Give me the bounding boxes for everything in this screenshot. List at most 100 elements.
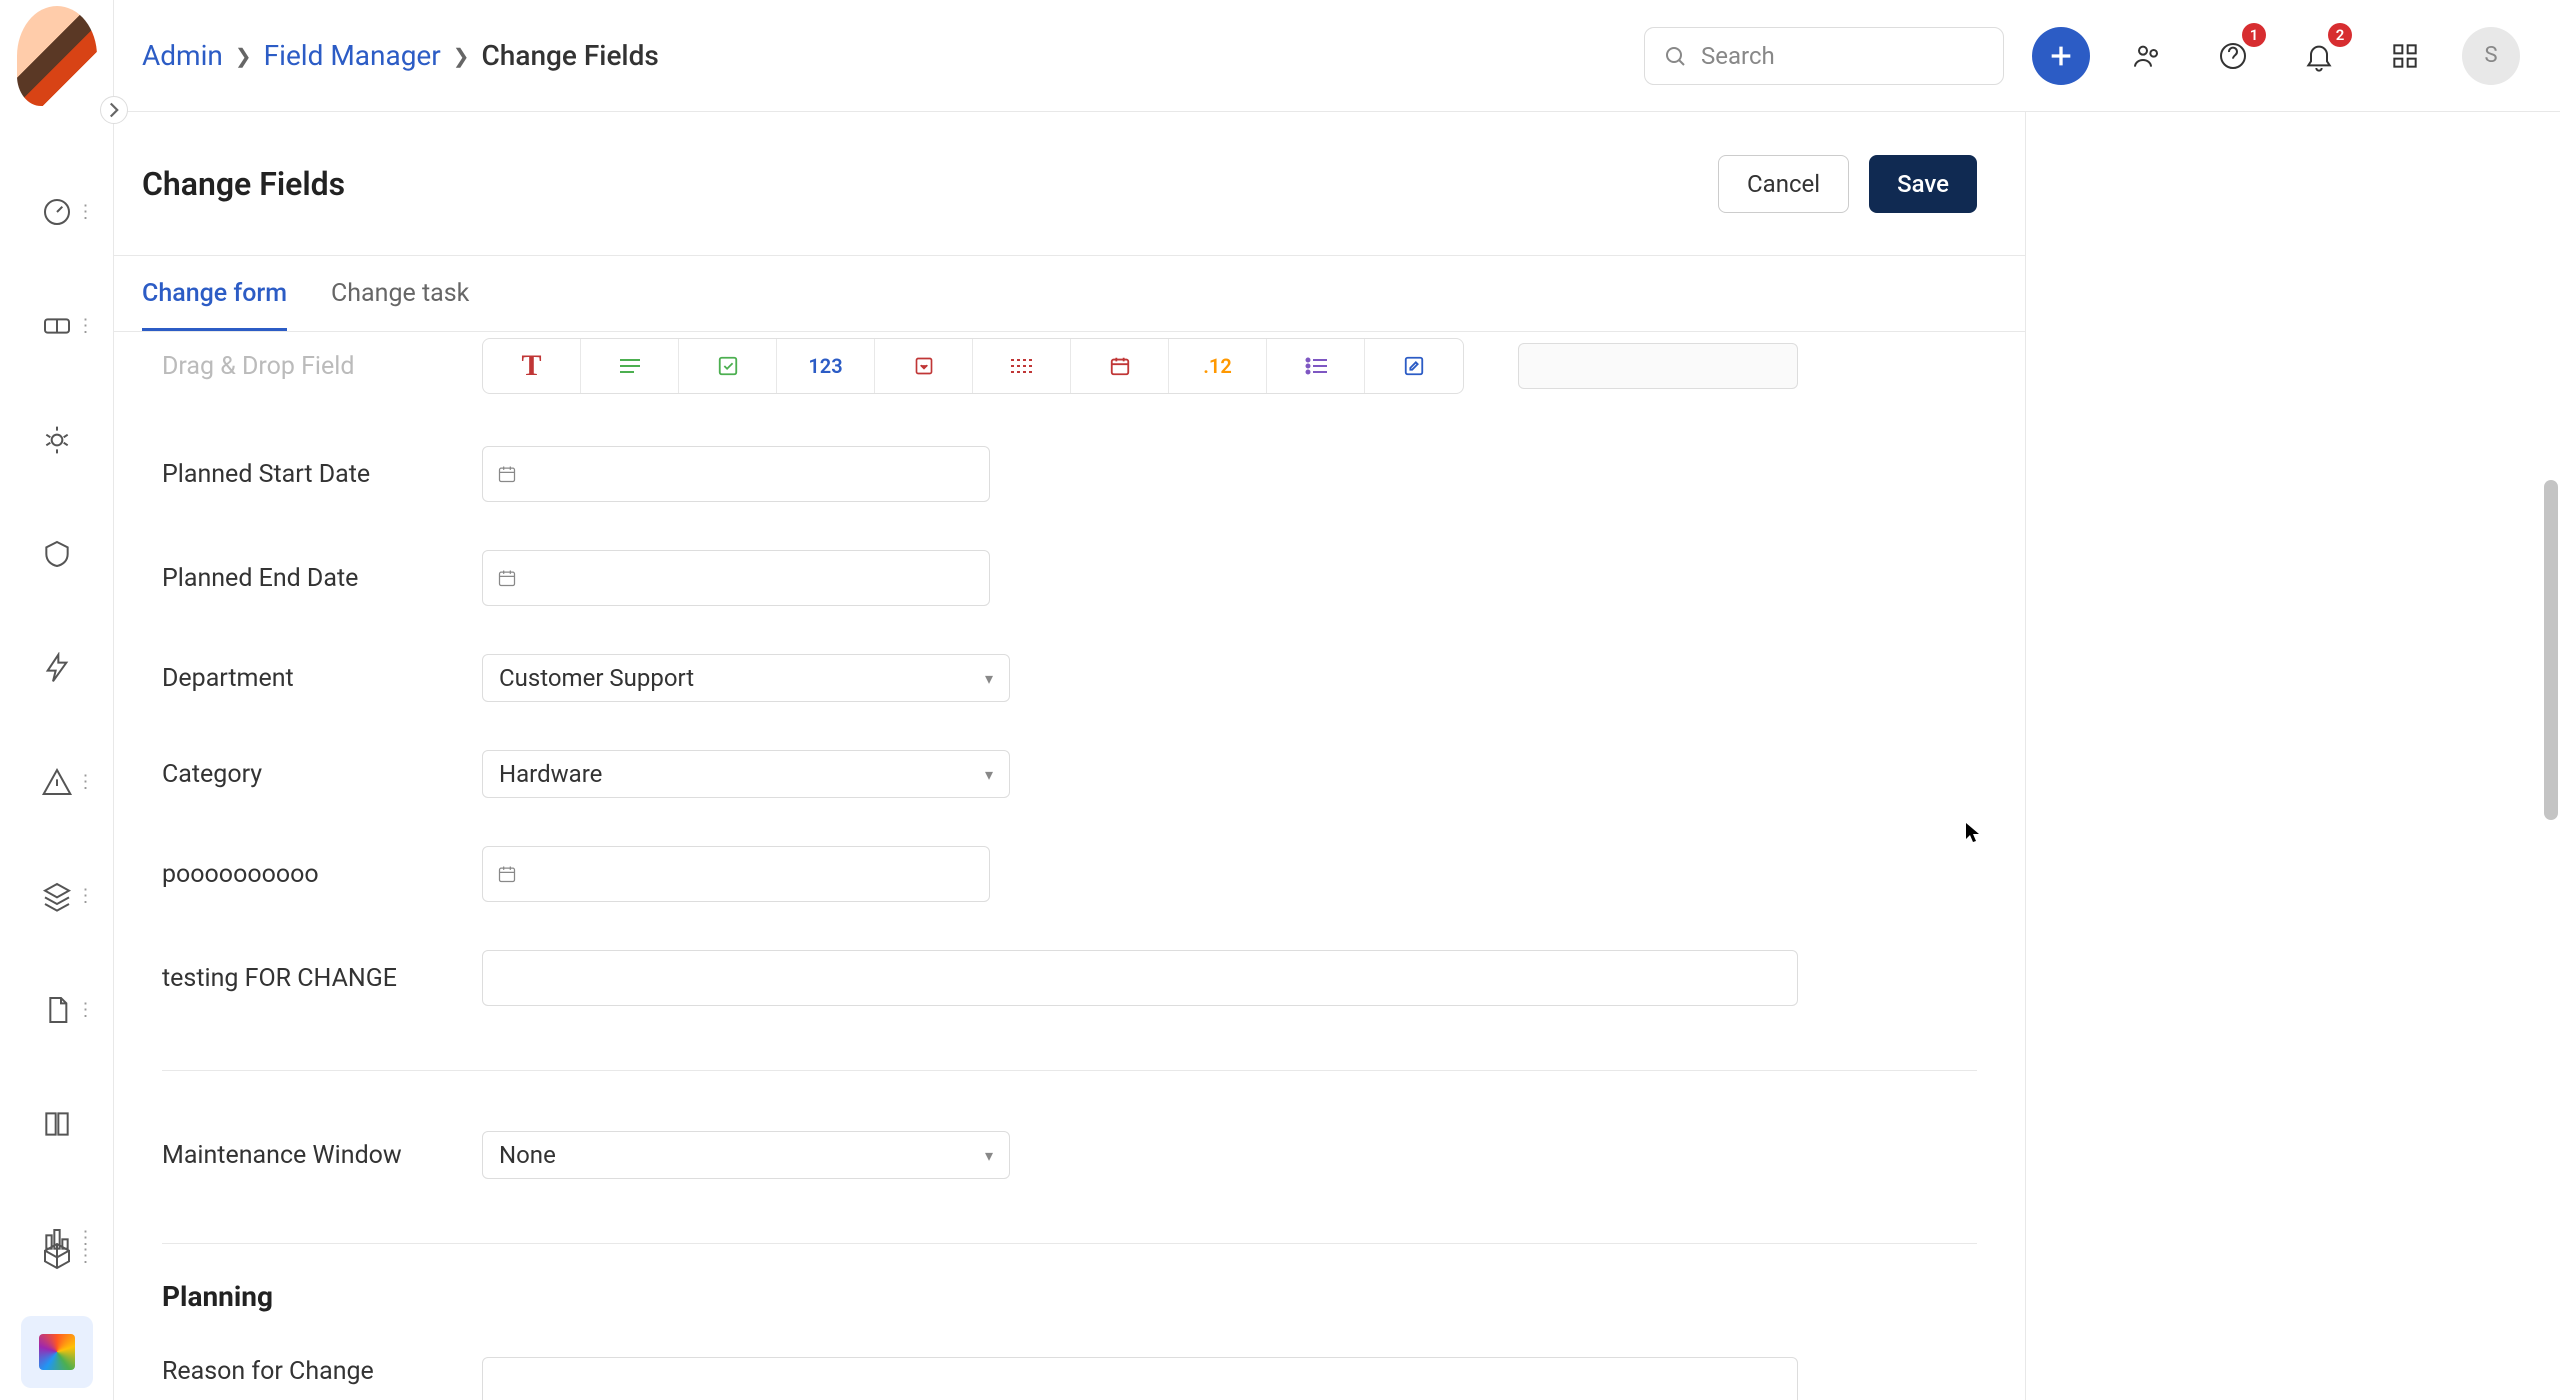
reason-textarea[interactable] bbox=[482, 1357, 1798, 1400]
tab-change-task[interactable]: Change task bbox=[331, 279, 469, 331]
new-button[interactable] bbox=[2032, 27, 2090, 85]
nav-bottom: ⋮ bbox=[21, 1220, 93, 1370]
nav-more-dots: ⋮ bbox=[77, 886, 95, 907]
panel-header: Change Fields Cancel Save bbox=[114, 112, 2025, 256]
grid-icon bbox=[2389, 40, 2421, 72]
breadcrumb-current: Change Fields bbox=[482, 39, 659, 72]
field-row-planned-end: Planned End Date bbox=[162, 526, 1977, 630]
palette-text-icon[interactable]: T bbox=[483, 339, 581, 393]
people-icon bbox=[2131, 40, 2163, 72]
apps-button[interactable] bbox=[2376, 27, 2434, 85]
tab-change-form[interactable]: Change form bbox=[142, 279, 287, 331]
nav-inventory[interactable]: ⋮ bbox=[21, 1220, 93, 1292]
help-badge: 1 bbox=[2242, 23, 2266, 47]
palette-sample-input bbox=[1518, 343, 1798, 389]
dropdown-icon bbox=[914, 356, 934, 376]
palette-number-icon[interactable]: 123 bbox=[777, 339, 875, 393]
nav-problems[interactable] bbox=[21, 404, 93, 476]
nav-more-dots: ⋮ bbox=[77, 1000, 95, 1021]
chevron-down-icon: ▾ bbox=[985, 669, 993, 688]
shield-icon bbox=[41, 538, 73, 570]
palette-decimal-icon[interactable]: .12 bbox=[1169, 339, 1267, 393]
planned-end-input[interactable] bbox=[482, 550, 990, 606]
checkbox-icon bbox=[717, 355, 739, 377]
nav-changes[interactable] bbox=[21, 518, 93, 590]
expand-sidebar-toggle[interactable] bbox=[100, 96, 128, 124]
field-row-reason: Reason for Change bbox=[162, 1333, 1977, 1400]
palette-lookup-icon[interactable] bbox=[1267, 339, 1365, 393]
calendar-icon bbox=[1109, 355, 1131, 377]
notifications-button[interactable]: 2 bbox=[2290, 27, 2348, 85]
spaces-button[interactable] bbox=[2118, 27, 2176, 85]
planned-start-input[interactable] bbox=[482, 446, 990, 502]
select-value: Hardware bbox=[499, 760, 602, 788]
nav-more-dots: ⋮ bbox=[77, 1246, 95, 1267]
department-select[interactable]: Customer Support ▾ bbox=[482, 654, 1010, 702]
bell-icon bbox=[2303, 40, 2335, 72]
field-palette-row: Drag & Drop Field T 123 bbox=[162, 332, 1977, 422]
field-row-department: Department Customer Support ▾ bbox=[162, 630, 1977, 726]
nav-solutions[interactable] bbox=[21, 1088, 93, 1160]
nav-assets[interactable]: ⋮ bbox=[21, 860, 93, 932]
field-label: Reason for Change bbox=[162, 1357, 442, 1386]
breadcrumb: Admin ❯ Field Manager ❯ Change Fields bbox=[142, 39, 659, 72]
field-label: Category bbox=[162, 760, 442, 789]
cancel-button[interactable]: Cancel bbox=[1718, 155, 1849, 213]
palette-checkbox-icon[interactable] bbox=[679, 339, 777, 393]
help-button[interactable]: 1 bbox=[2204, 27, 2262, 85]
freshworks-logo[interactable] bbox=[39, 1334, 75, 1370]
field-label: Planned Start Date bbox=[162, 460, 442, 489]
top-bar: Admin ❯ Field Manager ❯ Change Fields Se… bbox=[114, 0, 2560, 112]
form-scroll[interactable]: Drag & Drop Field T 123 bbox=[114, 332, 2025, 1400]
search-placeholder: Search bbox=[1701, 42, 1775, 70]
divider bbox=[162, 1243, 1977, 1244]
breadcrumb-admin[interactable]: Admin bbox=[142, 39, 223, 72]
palette-date-icon[interactable] bbox=[1071, 339, 1169, 393]
panel-actions: Cancel Save bbox=[1718, 155, 1977, 213]
search-input[interactable]: Search bbox=[1644, 27, 2004, 85]
category-select[interactable]: Hardware ▾ bbox=[482, 750, 1010, 798]
bolt-icon bbox=[41, 652, 73, 684]
field-label: Planned End Date bbox=[162, 564, 442, 593]
calendar-icon bbox=[497, 864, 517, 884]
maintenance-select[interactable]: None ▾ bbox=[482, 1131, 1010, 1179]
nav-more-dots: ⋮ bbox=[77, 202, 95, 223]
layers-icon bbox=[41, 880, 73, 912]
nav-alerts[interactable]: ⋮ bbox=[21, 746, 93, 818]
page-title: Change Fields bbox=[142, 165, 345, 203]
palette-paragraph-icon[interactable] bbox=[581, 339, 679, 393]
mascot-avatar[interactable] bbox=[17, 6, 97, 106]
list-icon bbox=[1304, 357, 1328, 375]
nav-tickets[interactable]: ⋮ bbox=[21, 290, 93, 362]
field-row-maintenance: Maintenance Window None ▾ bbox=[162, 1107, 1977, 1203]
chevron-down-icon: ▾ bbox=[985, 1146, 993, 1165]
palette-dropdown-icon[interactable] bbox=[875, 339, 973, 393]
palette-content-icon[interactable] bbox=[1365, 339, 1463, 393]
lines-icon bbox=[618, 357, 642, 375]
breadcrumb-field-manager[interactable]: Field Manager bbox=[264, 39, 441, 72]
nav-more-dots: ⋮ bbox=[77, 316, 95, 337]
save-button[interactable]: Save bbox=[1869, 155, 1977, 213]
tabs: Change form Change task bbox=[114, 256, 2025, 332]
palette-multiselect-icon[interactable] bbox=[973, 339, 1071, 393]
section-planning-title: Planning bbox=[162, 1280, 1977, 1313]
field-row-planned-start: Planned Start Date bbox=[162, 422, 1977, 526]
chevron-right-icon: ❯ bbox=[235, 44, 252, 68]
field-label: Maintenance Window bbox=[162, 1141, 442, 1170]
bug-icon bbox=[41, 424, 73, 456]
scrollbar-thumb[interactable] bbox=[2544, 480, 2558, 820]
top-actions: Search 1 2 S bbox=[1644, 27, 2520, 85]
field-label: Department bbox=[162, 664, 442, 693]
nav-contracts[interactable]: ⋮ bbox=[21, 974, 93, 1046]
poo-input[interactable] bbox=[482, 846, 990, 902]
left-sidebar: ⋮ ⋮ ⋮ ⋮ ⋮ ⋮ bbox=[0, 0, 114, 1400]
drag-drop-label: Drag & Drop Field bbox=[162, 352, 442, 381]
cube-icon bbox=[41, 1240, 73, 1272]
nav-releases[interactable] bbox=[21, 632, 93, 704]
select-value: Customer Support bbox=[499, 664, 694, 692]
user-avatar[interactable]: S bbox=[2462, 27, 2520, 85]
help-icon bbox=[2217, 40, 2249, 72]
alert-triangle-icon bbox=[41, 766, 73, 798]
nav-dashboard[interactable]: ⋮ bbox=[21, 176, 93, 248]
testing-input[interactable] bbox=[482, 950, 1798, 1006]
